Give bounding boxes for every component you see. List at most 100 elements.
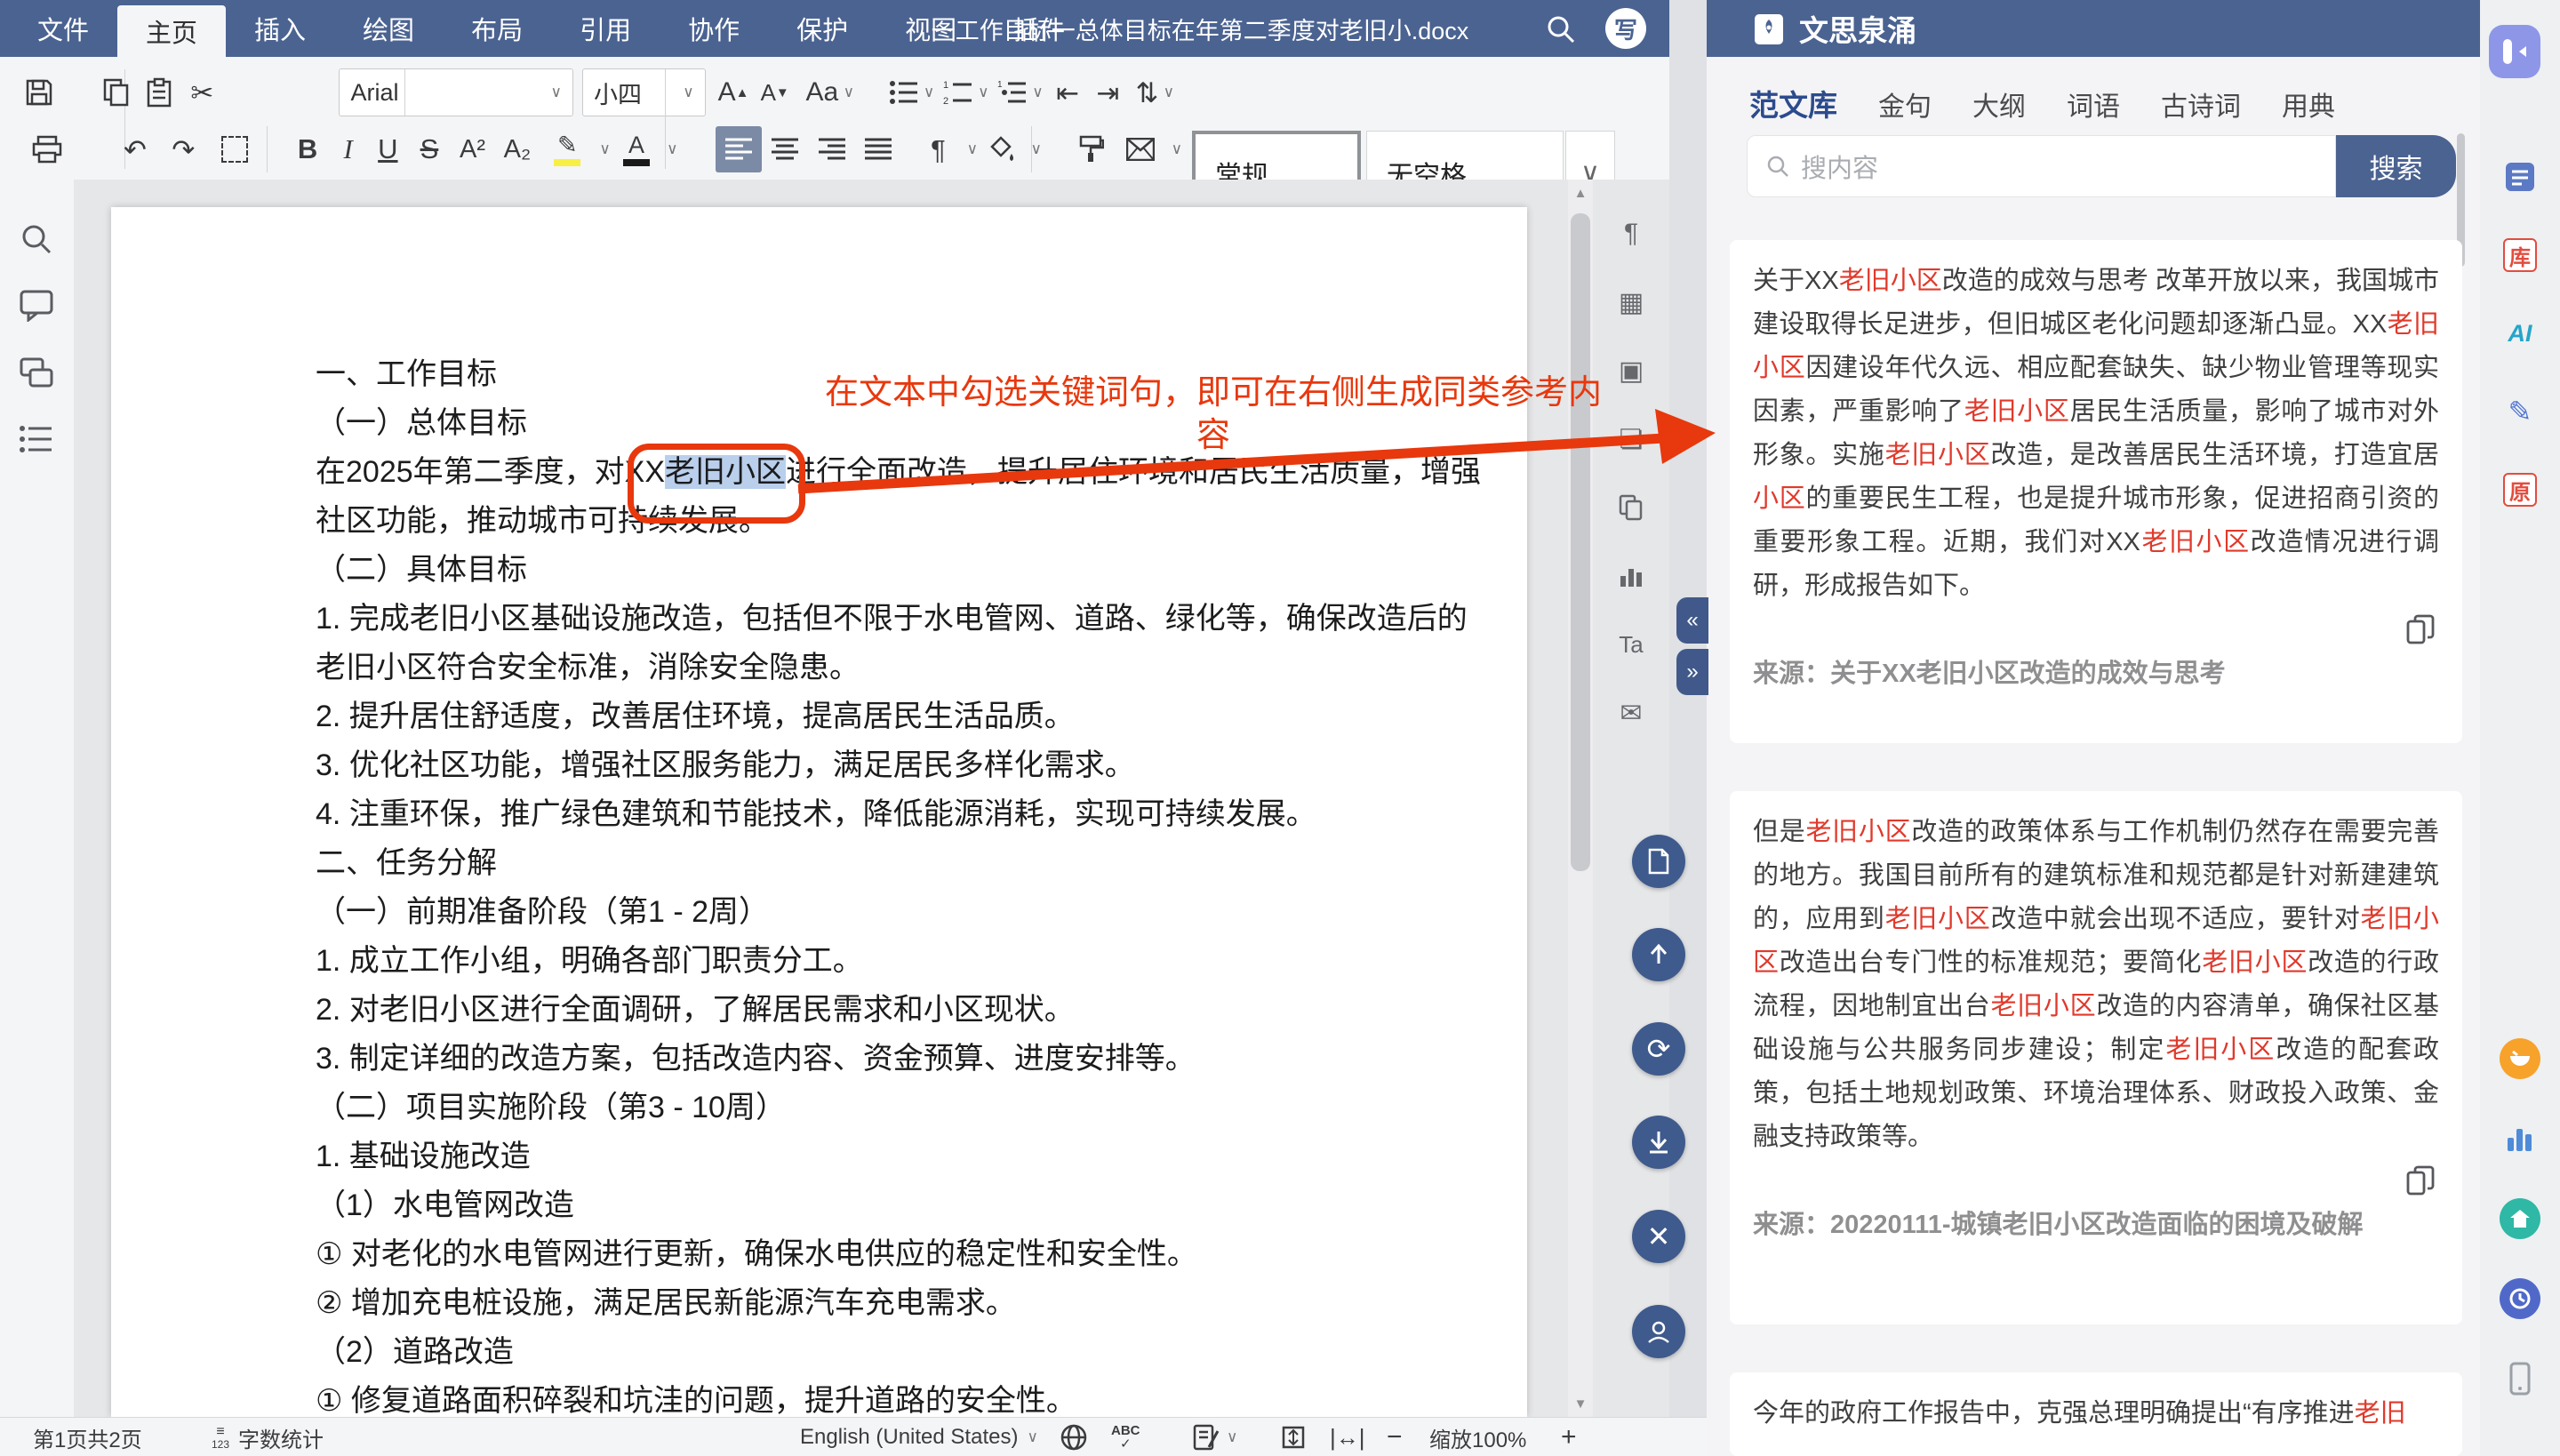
undo-button[interactable]: ↶: [111, 136, 159, 164]
redo-button[interactable]: ↷: [159, 136, 207, 164]
pen-tool-icon[interactable]: ✎: [2501, 393, 2539, 430]
menu-tab-1[interactable]: 文件: [9, 0, 117, 57]
panel-collapse-tab[interactable]: «: [1676, 597, 1708, 644]
download-float-button[interactable]: [1632, 1116, 1685, 1169]
home-app-icon[interactable]: [2500, 1198, 2540, 1239]
highlight-color-button[interactable]: ✎: [540, 133, 595, 166]
panel-tab-3[interactable]: 大纲: [1972, 84, 2026, 124]
font-name-select[interactable]: Arial∨: [339, 68, 573, 116]
reference-card[interactable]: 关于XX老旧小区改造的成效与思考 改革开放以来，我国城市建设取得长足进步，但旧城…: [1730, 240, 2462, 743]
bold-button[interactable]: B: [286, 133, 330, 165]
ai-tool-icon[interactable]: AI: [2501, 315, 2539, 352]
print-button[interactable]: [0, 135, 95, 164]
comment-icon[interactable]: [20, 290, 53, 322]
justify-button[interactable]: [855, 137, 901, 162]
fullscreen-icon[interactable]: [1280, 1418, 1307, 1456]
format-painter-button[interactable]: [1067, 135, 1115, 164]
language-selector[interactable]: English (United States)∨: [800, 1418, 1038, 1456]
source-doc-icon[interactable]: 原: [2501, 471, 2539, 508]
material-library-icon[interactable]: 库: [2501, 236, 2539, 274]
scroll-down-arrow[interactable]: ▼: [1568, 1390, 1593, 1417]
panel-tab-6[interactable]: 用典: [2282, 84, 2335, 124]
align-left-button[interactable]: [716, 126, 762, 172]
sync-float-button[interactable]: ⟳: [1632, 1022, 1685, 1076]
review-icon[interactable]: [20, 357, 53, 389]
save-button[interactable]: [0, 77, 79, 108]
account-float-button[interactable]: [1632, 1305, 1685, 1358]
search-icon[interactable]: [1545, 13, 1577, 45]
menu-tab-5[interactable]: 布局: [443, 0, 551, 57]
paragraph-tool-icon[interactable]: ¶: [1611, 213, 1652, 254]
font-size-select[interactable]: 小四∨: [582, 68, 706, 116]
line-spacing-button[interactable]: ⇅∨: [1128, 79, 1182, 107]
chart-tool-icon[interactable]: [1611, 556, 1652, 596]
grow-font-button[interactable]: A▲: [713, 77, 755, 108]
find-icon[interactable]: [20, 222, 53, 256]
increase-indent-button[interactable]: ⇥: [1088, 79, 1128, 107]
ai-writer-badge[interactable]: 写: [1605, 8, 1646, 49]
strikethrough-button[interactable]: S: [409, 133, 451, 165]
edit-mode-button[interactable]: ∨: [1193, 1418, 1237, 1456]
decrease-indent-button[interactable]: ⇤: [1048, 79, 1088, 107]
close-float-button[interactable]: ✕: [1632, 1210, 1685, 1263]
numbered-list-button[interactable]: 12∨: [939, 79, 993, 106]
upload-float-button[interactable]: [1632, 928, 1685, 981]
menu-tab-3[interactable]: 插入: [226, 0, 334, 57]
menu-tab-6[interactable]: 引用: [551, 0, 660, 57]
table-tool-icon[interactable]: ▦: [1611, 282, 1652, 323]
align-center-button[interactable]: [762, 137, 808, 162]
panel-expand-tab[interactable]: »: [1676, 649, 1708, 695]
history-app-icon[interactable]: [2500, 1278, 2540, 1319]
panel-tab-4[interactable]: 词语: [2067, 84, 2120, 124]
menu-tab-4[interactable]: 绘图: [334, 0, 443, 57]
reference-card[interactable]: 但是老旧小区改造的政策体系与工作机制仍然存在需要完善的地方。我国目前所有的建筑标…: [1730, 791, 2462, 1324]
notes-tool-icon[interactable]: [2501, 158, 2539, 196]
cut-button[interactable]: ✂: [180, 79, 223, 107]
paste-button[interactable]: [138, 77, 180, 108]
mobile-app-icon[interactable]: [2500, 1358, 2540, 1399]
menu-tab-8[interactable]: 保护: [768, 0, 876, 57]
panel-search-input[interactable]: 搜内容: [1747, 135, 2336, 197]
zoom-in-button[interactable]: +: [1561, 1418, 1577, 1456]
docer-app-icon[interactable]: [2500, 1038, 2540, 1079]
copy-tool-icon[interactable]: [1611, 487, 1652, 528]
menu-tab-2[interactable]: 主页: [117, 5, 226, 57]
collapse-panel-button[interactable]: [2489, 25, 2540, 78]
copy-icon[interactable]: [2405, 613, 2436, 645]
mail-tool-icon[interactable]: ✉: [1611, 692, 1652, 733]
panel-tab-2[interactable]: 金句: [1878, 84, 1932, 124]
subscript-button[interactable]: A₂: [495, 135, 540, 164]
underline-button[interactable]: U: [367, 133, 409, 165]
scroll-up-arrow[interactable]: ▲: [1568, 180, 1593, 206]
reference-card[interactable]: 今年的政府工作报告中，克强总理明确提出“有序推进老旧: [1730, 1372, 2462, 1456]
document-scrollbar[interactable]: ▲ ▼: [1568, 180, 1593, 1417]
text-tool-icon[interactable]: Ta: [1611, 624, 1652, 665]
shrink-font-button[interactable]: A▼: [754, 79, 796, 107]
italic-button[interactable]: I: [329, 133, 367, 165]
bullet-list-button[interactable]: ∨: [884, 79, 939, 106]
menu-tab-7[interactable]: 协作: [660, 0, 768, 57]
select-tool-button[interactable]: [208, 136, 261, 163]
outline-icon[interactable]: [20, 425, 53, 453]
scrollbar-thumb[interactable]: [1571, 213, 1590, 871]
zoom-out-button[interactable]: −: [1387, 1418, 1403, 1456]
zoom-level[interactable]: 缩放100%: [1429, 1418, 1526, 1456]
align-right-button[interactable]: [808, 137, 854, 162]
panel-tab-1[interactable]: 范文库: [1749, 82, 1837, 124]
spellcheck-icon[interactable]: ABC✓: [1111, 1418, 1140, 1456]
envelope-frame-button[interactable]: [1115, 138, 1166, 161]
panel-search-button[interactable]: 搜索: [2336, 135, 2456, 197]
globe-icon[interactable]: [1060, 1418, 1088, 1456]
copy-icon[interactable]: [2405, 1164, 2436, 1196]
superscript-button[interactable]: A²: [450, 135, 494, 164]
font-color-button[interactable]: A: [611, 133, 662, 166]
change-case-button[interactable]: Aa: [796, 77, 849, 108]
word-count-button[interactable]: ≡123 字数统计: [212, 1418, 324, 1456]
fit-width-icon[interactable]: |↔|: [1330, 1418, 1365, 1456]
paragraph-mark-button[interactable]: ¶: [914, 136, 962, 164]
multilevel-list-button[interactable]: 1∨: [993, 79, 1047, 106]
copy-button[interactable]: [95, 77, 138, 108]
stats-app-icon[interactable]: [2500, 1118, 2540, 1159]
new-doc-float-button[interactable]: [1632, 835, 1685, 888]
document-text[interactable]: 一、工作目标（一）总体目标在2025年第二季度，对XX老旧小区进行全面改造，提升…: [316, 350, 1560, 1426]
